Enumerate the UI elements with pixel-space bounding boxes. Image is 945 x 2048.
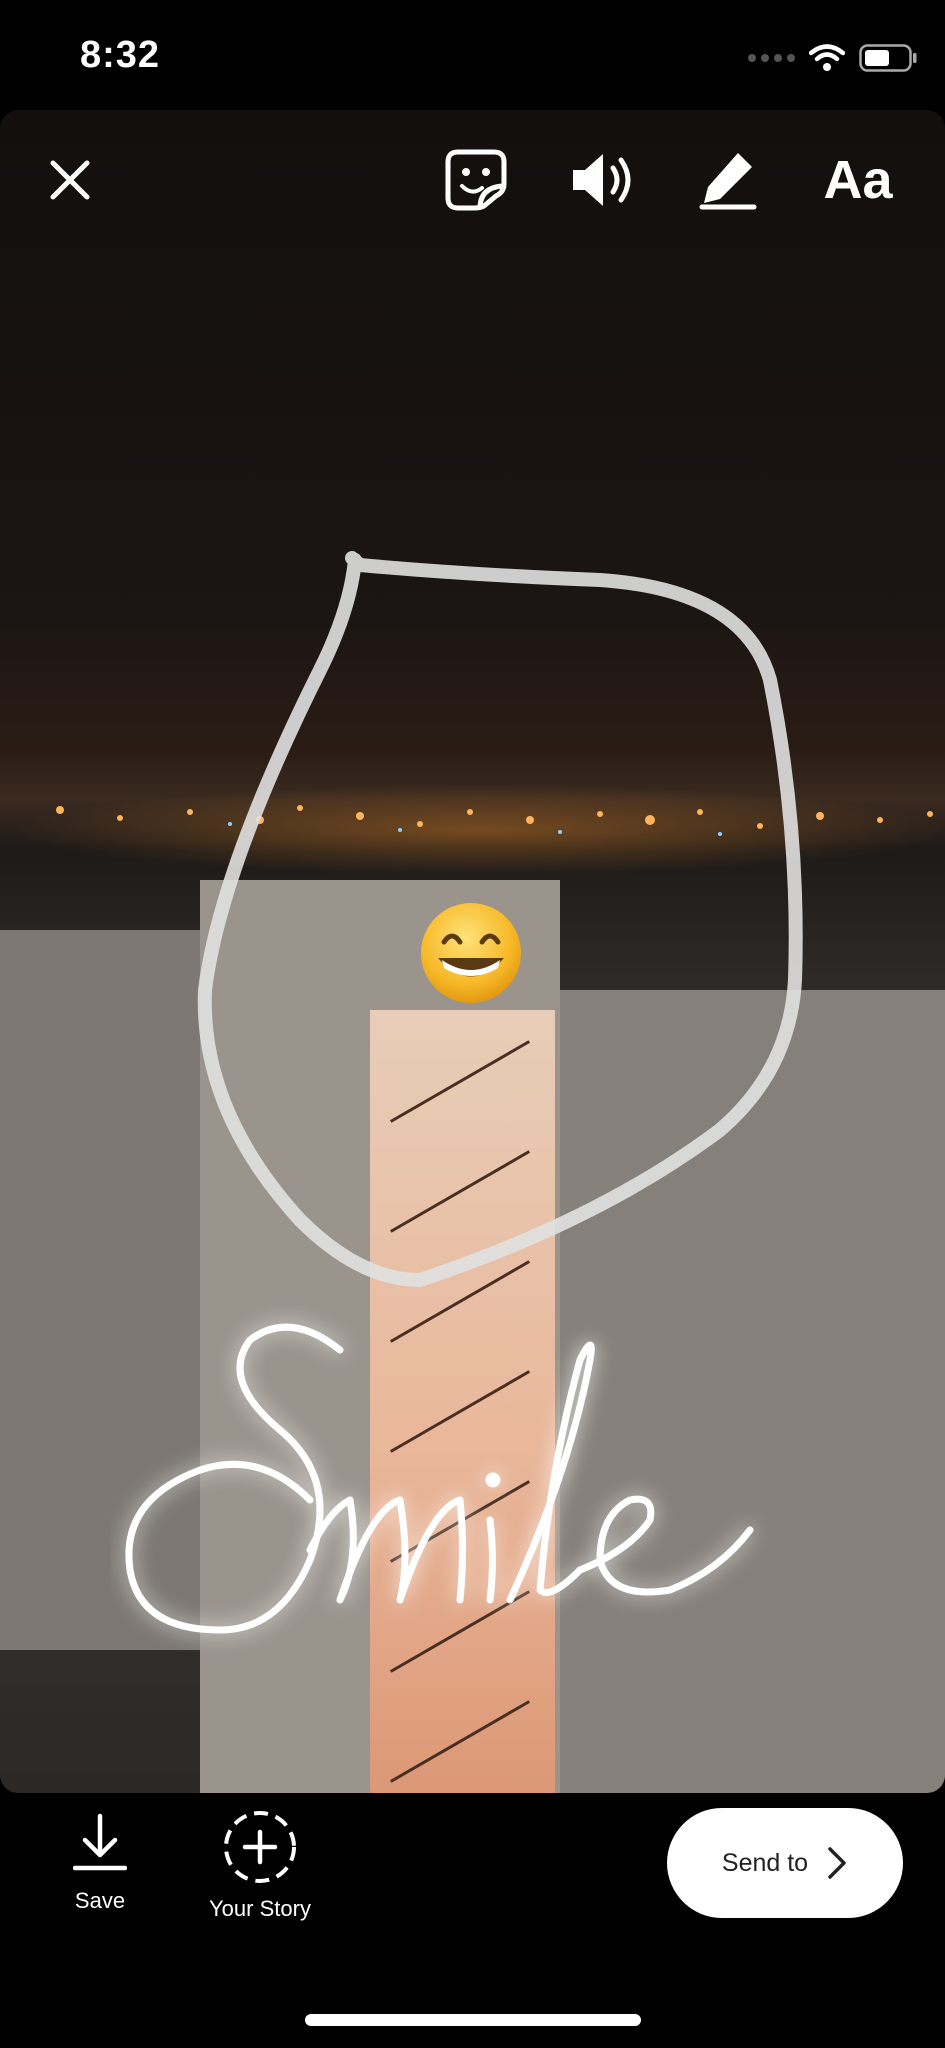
story-canvas[interactable] xyxy=(0,110,945,1793)
save-label: Save xyxy=(74,1888,126,1913)
sticker-icon xyxy=(445,149,507,211)
text-tool-label: Aa xyxy=(823,150,893,210)
speaker-icon xyxy=(573,154,631,206)
chevron-right-icon xyxy=(828,1847,846,1879)
draw-button[interactable] xyxy=(692,140,764,220)
status-indicators xyxy=(748,44,917,72)
save-button[interactable]: Save xyxy=(58,1812,142,1914)
close-button[interactable] xyxy=(40,150,100,210)
grinning-face-sticker[interactable] xyxy=(418,900,524,1006)
your-story-button[interactable]: Your Story xyxy=(195,1808,325,1922)
status-bar: 8:32 xyxy=(0,0,945,110)
text-tool-button[interactable]: Aa xyxy=(808,140,908,220)
download-icon xyxy=(73,1813,127,1871)
sticker-button[interactable] xyxy=(440,140,512,220)
pen-icon xyxy=(699,153,757,210)
send-to-button[interactable]: Send to xyxy=(667,1808,903,1918)
status-time: 8:32 xyxy=(80,34,161,76)
send-to-label: Send to xyxy=(721,1848,809,1877)
close-icon xyxy=(50,160,90,200)
smile-text-sticker[interactable] xyxy=(110,1300,790,1740)
story-toolbar: Aa xyxy=(0,140,945,220)
add-story-icon xyxy=(224,1811,296,1883)
wifi-icon xyxy=(809,44,845,71)
your-story-label: Your Story xyxy=(209,1896,311,1921)
battery-icon xyxy=(859,44,917,72)
cellular-signal-icon xyxy=(748,54,795,62)
home-indicator[interactable] xyxy=(305,2014,641,2026)
sound-button[interactable] xyxy=(566,140,638,220)
